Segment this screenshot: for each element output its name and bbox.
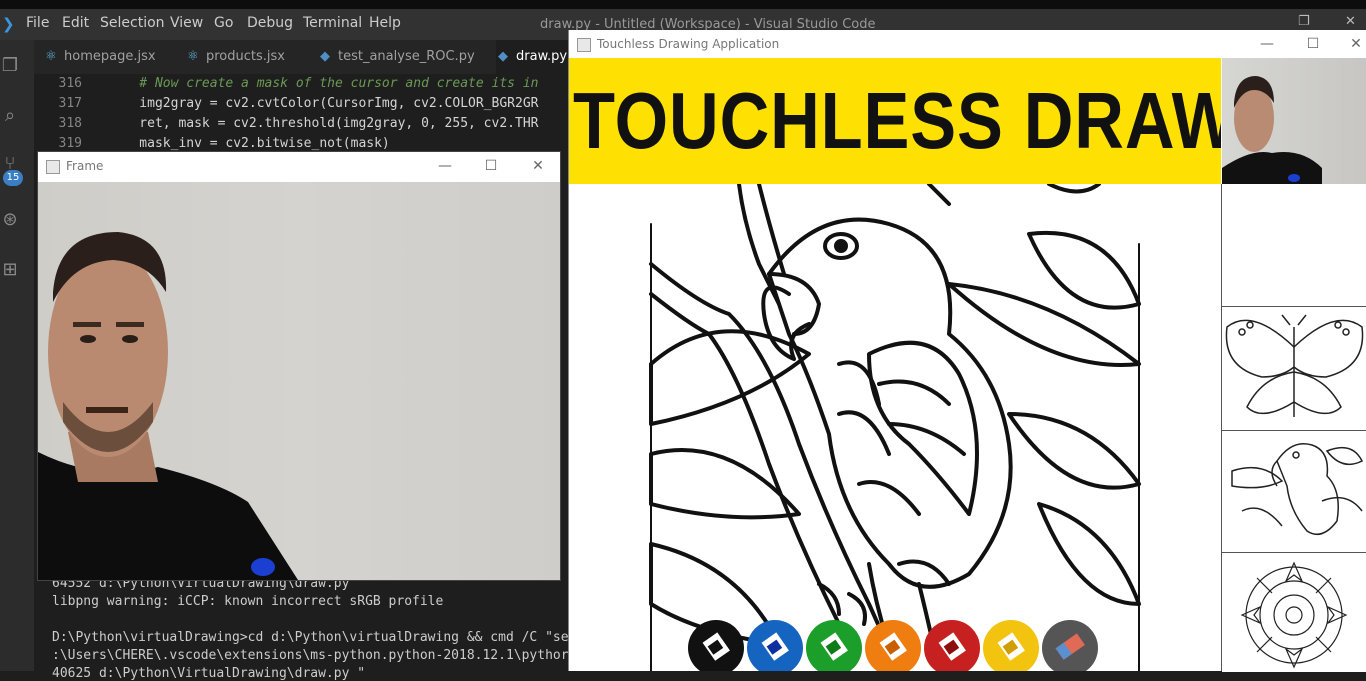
palette-black-button[interactable] bbox=[688, 620, 744, 671]
menu-debug[interactable]: Debug bbox=[247, 15, 293, 31]
tab-draw[interactable]: ◆ draw.py bbox=[496, 40, 578, 74]
palette-blue-button[interactable] bbox=[747, 620, 803, 671]
thumbnail-mandala[interactable] bbox=[1222, 552, 1366, 672]
webcam-feed bbox=[38, 182, 560, 580]
marker-black-icon bbox=[702, 632, 730, 661]
terminal-panel[interactable]: 64552 d:\Python\VirtualDrawing\draw.py "… bbox=[34, 574, 574, 681]
source-control-badge: 15 bbox=[3, 170, 23, 186]
template-sidebar bbox=[1221, 184, 1366, 672]
line-number: 316 bbox=[58, 76, 82, 91]
code-line: 319 mask_inv = cv2.bitwise_not(mask) bbox=[34, 134, 390, 154]
react-icon: ⚛ bbox=[187, 49, 199, 64]
marker-red-icon bbox=[938, 632, 966, 661]
maximize-button[interactable]: ☐ bbox=[1303, 34, 1323, 54]
terminal-line: libpng warning: iCCP: known incorrect sR… bbox=[52, 594, 444, 609]
marker-blue-icon bbox=[761, 632, 789, 661]
code-line: 318 ret, mask = cv2.threshold(img2gray, … bbox=[34, 114, 539, 134]
tab-homepage[interactable]: ⚛ homepage.jsx bbox=[44, 40, 156, 74]
window-icon bbox=[577, 38, 591, 52]
python-icon: ◆ bbox=[320, 49, 330, 64]
palette-orange-button[interactable] bbox=[865, 620, 921, 671]
frame-title: Frame bbox=[66, 159, 104, 173]
menu-help[interactable]: Help bbox=[369, 15, 401, 31]
thumbnail-blank[interactable] bbox=[1222, 184, 1366, 306]
vscode-logo-icon: ❯ bbox=[2, 15, 15, 33]
drawing-canvas[interactable] bbox=[569, 184, 1221, 671]
app-banner: TOUCHLESS DRAWING bbox=[569, 58, 1221, 184]
code-line: 316 # Now create a mask of the cursor an… bbox=[34, 74, 539, 94]
marker-yellow-icon bbox=[997, 632, 1025, 661]
menu-view[interactable]: View bbox=[170, 15, 203, 31]
thumbnail-butterfly[interactable] bbox=[1222, 306, 1366, 431]
code-line: 317 img2gray = cv2.cvtColor(CursorImg, c… bbox=[34, 94, 539, 114]
tab-test-analyse[interactable]: ◆ test_analyse_ROC.py bbox=[318, 40, 475, 74]
top-strip bbox=[0, 0, 1366, 9]
frame-titlebar[interactable]: Frame — ☐ ✕ bbox=[38, 152, 560, 182]
menu-edit[interactable]: Edit bbox=[62, 15, 89, 31]
vscode-close-icon[interactable]: ✕ bbox=[1345, 14, 1356, 29]
tab-products[interactable]: ⚛ products.jsx bbox=[186, 40, 285, 74]
debug-icon[interactable]: ⊛ bbox=[0, 210, 20, 230]
butterfly-icon bbox=[1225, 314, 1364, 417]
line-number: 319 bbox=[58, 136, 82, 151]
line-number: 317 bbox=[58, 96, 82, 111]
search-icon[interactable]: ⌕ bbox=[0, 106, 20, 126]
editor-tabs: ⚛ homepage.jsx ⚛ products.jsx ◆ test_analys… bbox=[34, 40, 594, 74]
code-text: mask_inv = cv2.bitwise_not(mask) bbox=[108, 136, 390, 151]
minimize-button[interactable]: — bbox=[435, 156, 455, 176]
terminal-line: :\Users\CHERE\.vscode\extensions\ms-pyth… bbox=[52, 648, 569, 663]
terminal-line: 40625 d:\Python\VirtualDrawing\draw.py " bbox=[52, 666, 366, 681]
menu-terminal[interactable]: Terminal bbox=[303, 15, 362, 31]
tab-label: homepage.jsx bbox=[64, 49, 156, 64]
marker-green-icon bbox=[820, 632, 848, 661]
react-icon: ⚛ bbox=[45, 49, 57, 64]
webcam-person-image bbox=[1222, 76, 1322, 184]
eraser-icon bbox=[1055, 633, 1085, 660]
webcam-person-image bbox=[38, 232, 298, 580]
frame-window: Frame — ☐ ✕ bbox=[38, 152, 560, 580]
parrot-coloring-image bbox=[649, 184, 1141, 671]
parrot-icon bbox=[1231, 443, 1364, 536]
mandala-icon bbox=[1240, 561, 1348, 669]
terminal-line: D:\Python\virtualDrawing>cd d:\Python\vi… bbox=[52, 630, 569, 645]
python-icon: ◆ bbox=[498, 49, 508, 64]
vscode-maximize-icon[interactable]: ❐ bbox=[1298, 14, 1310, 29]
line-number: 318 bbox=[58, 116, 82, 131]
explorer-icon[interactable]: ❐ bbox=[0, 56, 20, 76]
code-text: # Now create a mask of the cursor and cr… bbox=[108, 76, 539, 91]
palette-eraser-button[interactable] bbox=[1042, 620, 1098, 671]
palette-green-button[interactable] bbox=[806, 620, 862, 671]
menu-selection[interactable]: Selection bbox=[100, 15, 165, 31]
touchless-drawing-window: Touchless Drawing Application — ☐ ✕ TOUC… bbox=[569, 30, 1366, 672]
code-text: img2gray = cv2.cvtColor(CursorImg, cv2.C… bbox=[108, 96, 539, 111]
close-button[interactable]: ✕ bbox=[1346, 34, 1366, 54]
tab-label: test_analyse_ROC.py bbox=[338, 49, 475, 64]
minimize-button[interactable]: — bbox=[1257, 34, 1277, 54]
code-text: ret, mask = cv2.threshold(img2gray, 0, 2… bbox=[108, 116, 539, 131]
activity-bar: ❐ ⌕ ⑂ 15 ⊛ ⊞ bbox=[0, 40, 34, 671]
menu-file[interactable]: File bbox=[26, 15, 49, 31]
tab-label: draw.py bbox=[516, 49, 568, 64]
app-title: Touchless Drawing Application bbox=[597, 37, 780, 51]
menu-go[interactable]: Go bbox=[214, 15, 233, 31]
window-icon bbox=[46, 160, 60, 174]
app-titlebar[interactable]: Touchless Drawing Application — ☐ ✕ bbox=[569, 30, 1366, 58]
marker-orange-icon bbox=[879, 632, 907, 661]
close-button[interactable]: ✕ bbox=[528, 156, 548, 176]
maximize-button[interactable]: ☐ bbox=[481, 156, 501, 176]
palette-red-button[interactable] bbox=[924, 620, 980, 671]
tab-label: products.jsx bbox=[206, 49, 285, 64]
app-webcam-preview bbox=[1222, 58, 1366, 184]
banner-title: TOUCHLESS DRAWING bbox=[573, 76, 1221, 165]
thumbnail-parrot[interactable] bbox=[1222, 430, 1366, 553]
extensions-icon[interactable]: ⊞ bbox=[0, 260, 20, 280]
palette-yellow-button[interactable] bbox=[983, 620, 1039, 671]
